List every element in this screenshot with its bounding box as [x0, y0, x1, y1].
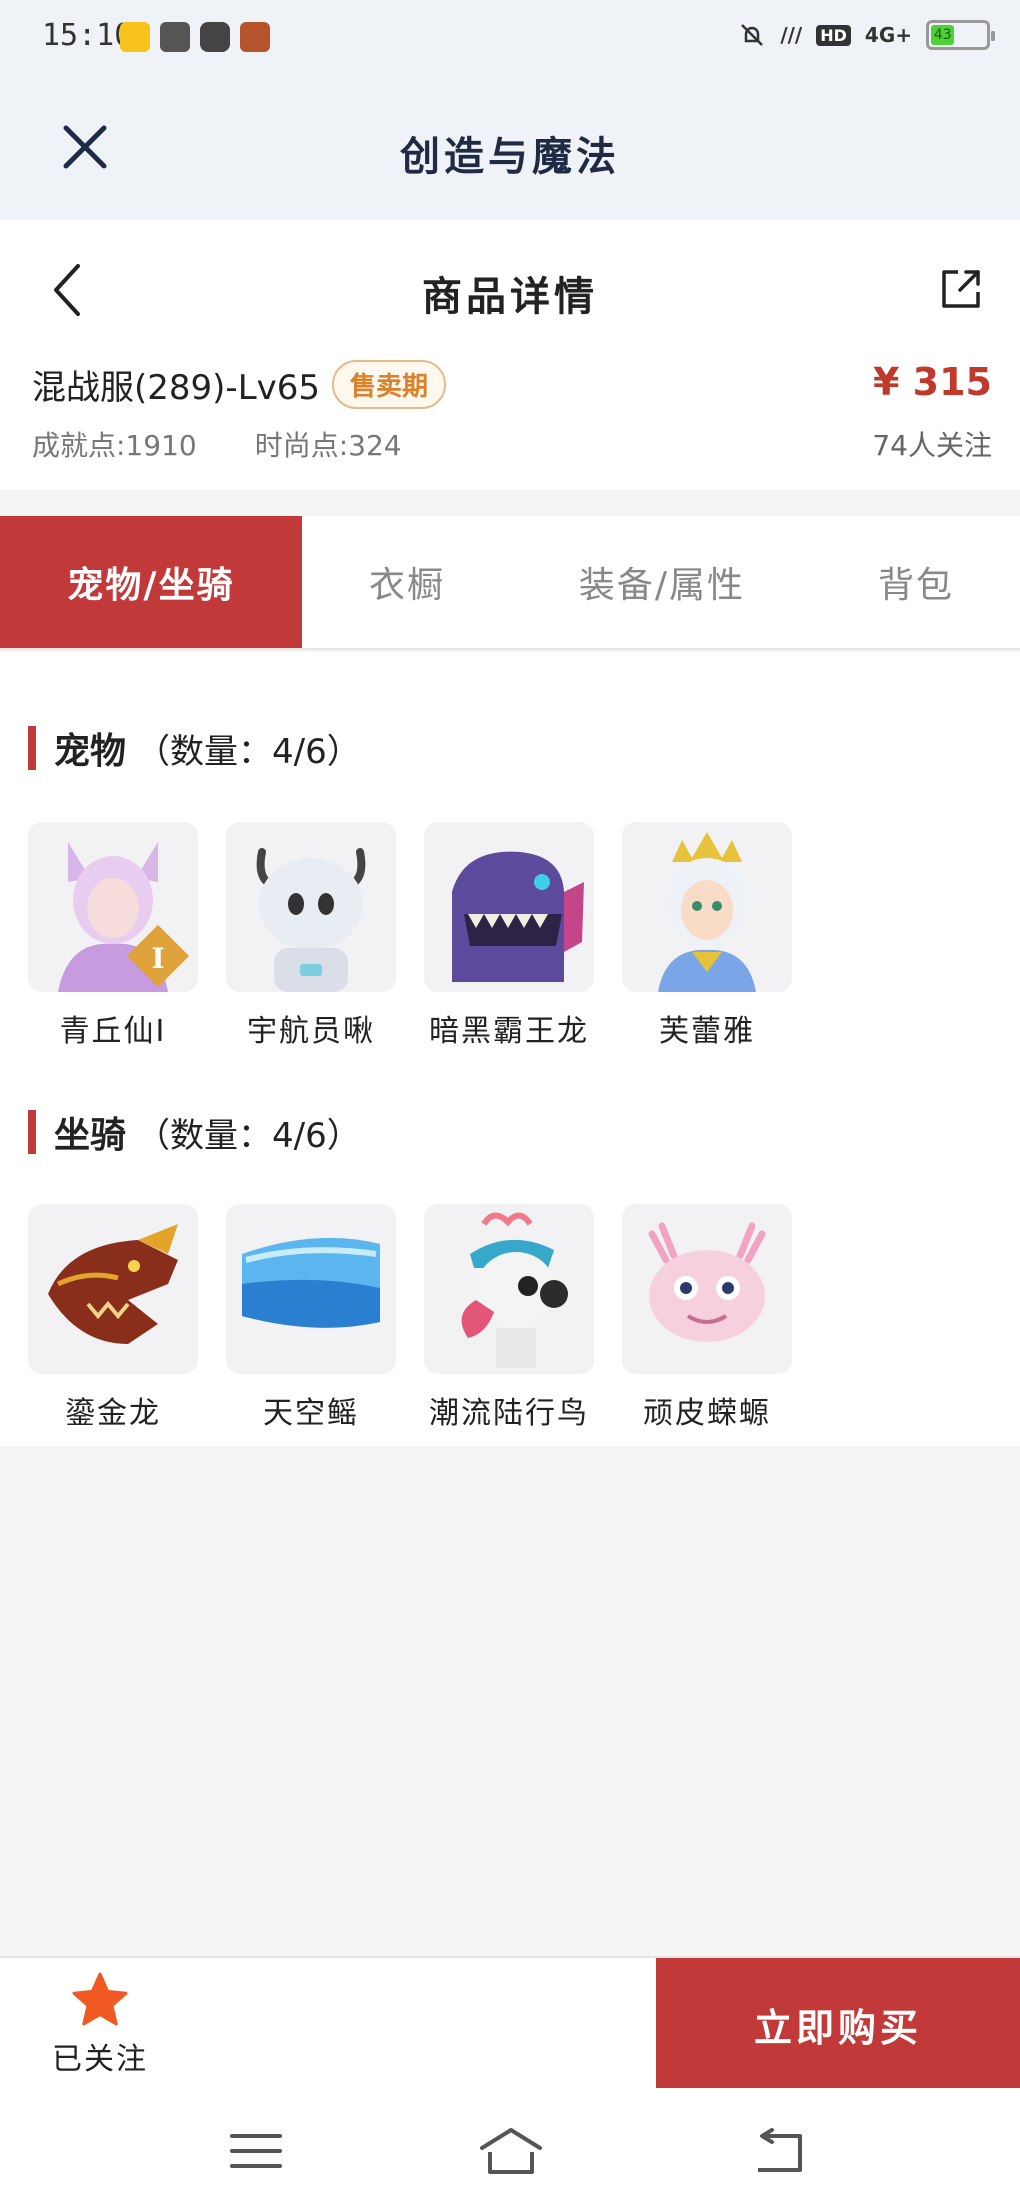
- astronaut-avatar: [226, 822, 396, 992]
- system-nav-bar: [0, 2088, 1020, 2210]
- status-time: 15:10: [42, 18, 133, 53]
- link-app-icon: [160, 22, 190, 52]
- app-title: 创造与魔法: [400, 134, 620, 180]
- tab-equipment[interactable]: 装备/属性: [512, 516, 812, 648]
- sky-ray-avatar: [226, 1204, 396, 1374]
- network-label: 4G+: [864, 23, 912, 47]
- battery-icon: 43: [926, 20, 995, 50]
- tab-backpack[interactable]: 背包: [812, 516, 1020, 648]
- app-title-bar: 创造与魔法: [0, 80, 1020, 220]
- pets-section-title: 宠物 （数量：4/6）: [28, 722, 361, 774]
- pet-card[interactable]: 芙蕾雅: [622, 822, 792, 1050]
- follow-button[interactable]: 已关注: [40, 1970, 160, 2080]
- mount-name: 潮流陆行鸟: [429, 1396, 589, 1431]
- tab-content: 宠物 （数量：4/6） I 青丘仙I 宇航员啾 暗黑霸王龙 芙蕾雅 坐骑 （数量…: [0, 652, 1020, 1446]
- mount-card[interactable]: 鎏金龙: [28, 1204, 198, 1432]
- freya-avatar: [622, 822, 792, 992]
- item-stats: 成就点:1910 时尚点:324: [32, 424, 402, 464]
- menu-icon[interactable]: [226, 2126, 286, 2176]
- hd-icon: HD: [816, 24, 851, 46]
- home-icon[interactable]: [476, 2126, 546, 2176]
- pet-name: 暗黑霸王龙: [429, 1014, 589, 1049]
- mounts-section-title: 坐骑 （数量：4/6）: [28, 1106, 361, 1158]
- tab-wardrobe[interactable]: 衣橱: [302, 516, 512, 648]
- follow-label: 已关注: [52, 2042, 148, 2077]
- fashion-points: 时尚点:324: [254, 429, 402, 462]
- status-badge: 售卖期: [332, 360, 447, 409]
- buy-now-button[interactable]: 立即购买: [656, 1958, 1020, 2090]
- section-accent-bar: [28, 726, 36, 770]
- pet-card[interactable]: 宇航员啾: [226, 822, 396, 1050]
- pet-name: 宇航员啾: [247, 1014, 375, 1049]
- section-count: （数量：4/6）: [136, 731, 361, 772]
- mount-name: 顽皮蝾螈: [643, 1396, 771, 1431]
- battery-level: 43: [931, 25, 955, 45]
- svg-text:I: I: [151, 942, 164, 975]
- dark-trex-avatar: [424, 822, 594, 992]
- video-app-icon: [200, 22, 230, 52]
- section-accent-bar: [28, 1110, 36, 1154]
- mount-card[interactable]: 天空鳐: [226, 1204, 396, 1432]
- follower-count: 74人关注: [872, 429, 992, 462]
- fox-fairy-avatar: I: [28, 822, 198, 992]
- section-name: 宠物: [54, 731, 127, 772]
- mount-card[interactable]: 顽皮蝾螈: [622, 1204, 792, 1432]
- notification-icons: [120, 22, 270, 52]
- pet-card[interactable]: I 青丘仙I: [28, 822, 198, 1050]
- game-app-icon: [240, 22, 270, 52]
- item-price: ¥ 315: [873, 360, 992, 404]
- item-title-row: 混战服(289)-Lv65 售卖期: [32, 360, 447, 409]
- bottom-action-bar: 已关注 立即购买: [0, 1956, 1020, 2090]
- achievement-points: 成就点:1910: [32, 429, 197, 462]
- item-header: 商品详情 混战服(289)-Lv65 售卖期 ¥ 315 成就点:1910 时尚…: [0, 220, 1020, 490]
- mount-card[interactable]: 潮流陆行鸟: [424, 1204, 594, 1432]
- share-icon[interactable]: [938, 266, 984, 312]
- status-bar: 15:10 /// HD 4G+ 43: [0, 0, 1020, 80]
- golden-dragon-avatar: [28, 1204, 198, 1374]
- pet-name: 芙蕾雅: [659, 1014, 755, 1049]
- star-icon: [72, 1972, 128, 2026]
- back-icon[interactable]: [750, 2126, 810, 2176]
- status-indicators: /// HD 4G+ 43: [738, 20, 995, 50]
- pets-grid: I 青丘仙I 宇航员啾 暗黑霸王龙 芙蕾雅: [28, 822, 792, 1050]
- mounts-grid: 鎏金龙 天空鳐 潮流陆行鸟 顽皮蝾螈: [28, 1204, 792, 1432]
- pet-card[interactable]: 暗黑霸王龙: [424, 822, 594, 1050]
- tab-pets-mounts[interactable]: 宠物/坐骑: [0, 516, 302, 648]
- page-title: 商品详情: [422, 274, 598, 320]
- axolotl-avatar: [622, 1204, 792, 1374]
- weibo-icon: [120, 22, 150, 52]
- pet-name: 青丘仙I: [59, 1014, 167, 1049]
- mount-name: 天空鳐: [263, 1396, 359, 1431]
- detail-tabs: 宠物/坐骑 衣橱 装备/属性 背包: [0, 516, 1020, 650]
- signal-strength-icon: ///: [780, 23, 803, 47]
- mute-icon: [741, 24, 764, 46]
- item-name: 混战服(289)-Lv65: [32, 368, 321, 408]
- trendy-bird-avatar: [424, 1204, 594, 1374]
- mount-name: 鎏金龙: [65, 1396, 161, 1431]
- section-name: 坐骑: [54, 1115, 127, 1156]
- section-count: （数量：4/6）: [136, 1115, 361, 1156]
